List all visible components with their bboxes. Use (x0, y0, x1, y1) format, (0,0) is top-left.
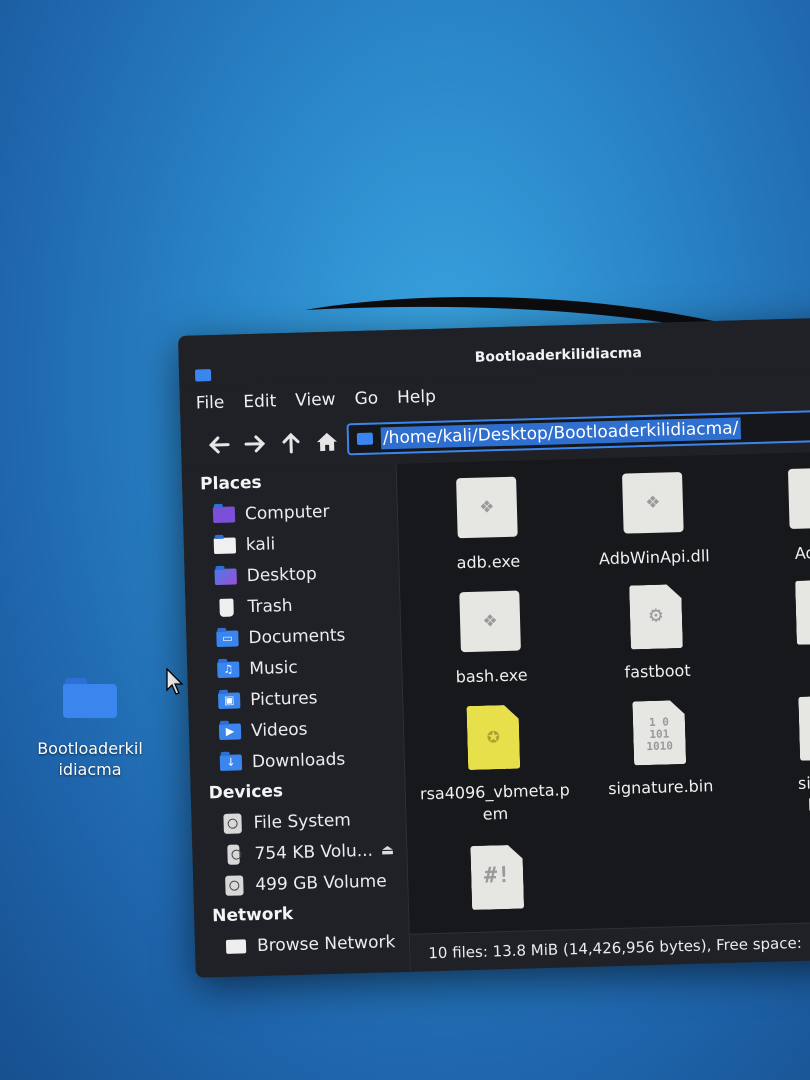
sidebar-item-label: Pictures (249, 687, 318, 710)
file-name: AdbWinApi.dll (598, 546, 710, 569)
menu-help[interactable]: Help (397, 387, 436, 408)
sidebar-item-label: Music (249, 657, 298, 679)
computer-icon (212, 504, 236, 525)
network-icon (225, 936, 248, 957)
file-item[interactable]: ❖ adb.exe (401, 473, 574, 576)
binary-file-icon: 1 0 101 1010 (628, 700, 690, 766)
file-item[interactable]: ✪ rsa4096_vbmeta.p em (407, 703, 580, 828)
file-item[interactable]: ko (736, 578, 810, 681)
sidebar-item-browse-network[interactable]: Browse Network (195, 926, 410, 963)
menu-go[interactable]: Go (354, 388, 378, 409)
file-item[interactable]: ❖ AdbWinApi.dll (567, 468, 740, 571)
documents-folder-icon: ▭ (216, 628, 239, 649)
eject-icon[interactable]: ⏏ (381, 842, 395, 858)
file-name: rsa4096_vbmeta.p em (419, 780, 570, 824)
file-name (414, 919, 584, 924)
home-icon (317, 432, 338, 452)
usb-drive-icon (222, 843, 245, 865)
menu-edit[interactable]: Edit (243, 391, 276, 412)
sidebar-item-label: File System (253, 809, 352, 833)
arrow-left-icon (208, 436, 230, 454)
file-grid: ❖ adb.exe ❖ AdbWinApi.dll ❖ AdbWi ❖ bash… (396, 450, 810, 934)
sidebar-item-label: 754 KB Volu... (254, 840, 374, 864)
location-bar[interactable]: /home/kali/Desktop/Bootloaderkilidiacma/ (346, 408, 810, 456)
mouse-cursor-icon (166, 668, 184, 695)
menu-file[interactable]: File (196, 393, 225, 414)
file-name: AdbWi (794, 542, 810, 563)
file-item[interactable]: signide kboo (739, 694, 810, 819)
desktop-folder-label: Bootloaderkil idiacma (37, 739, 143, 779)
file-name: ko (738, 654, 810, 681)
arrow-up-icon (282, 432, 300, 454)
sidebar-item-label: kali (245, 533, 276, 555)
back-button[interactable] (201, 426, 238, 463)
desktop-folder-bootloaderkilidiacma[interactable]: Bootloaderkil idiacma (28, 678, 152, 780)
script-icon: #! (466, 844, 528, 910)
home-button[interactable] (309, 423, 346, 460)
file-name: bash.exe (455, 665, 528, 687)
forward-button[interactable] (237, 425, 274, 462)
sidebar-item-label: Documents (248, 624, 346, 648)
executable-gear-icon: ⚙ (625, 584, 687, 650)
certificate-icon: ✪ (462, 705, 524, 771)
file-icon (794, 695, 810, 761)
exe-icon: ❖ (622, 470, 684, 536)
drive-icon (221, 812, 244, 834)
location-input[interactable]: /home/kali/Desktop/Bootloaderkilidiacma/ (380, 417, 741, 450)
drive-icon (223, 874, 246, 896)
desktop-icon (214, 566, 237, 587)
file-item[interactable]: #! (411, 843, 583, 924)
pictures-folder-icon: ▣ (217, 690, 241, 711)
sidebar-item-label: Computer (244, 501, 330, 524)
sidebar-item-label: 499 GB Volume (255, 870, 387, 895)
file-item[interactable]: ⚙ fastboot (570, 582, 743, 685)
music-folder-icon: ♫ (217, 659, 240, 680)
sidebar-item-label: Videos (250, 719, 308, 741)
file-item[interactable]: ❖ bash.exe (404, 587, 577, 690)
file-item[interactable]: 1 0 101 1010 signature.bin (573, 698, 746, 801)
location-folder-icon (356, 432, 374, 446)
home-folder-icon (213, 535, 237, 556)
menu-view[interactable]: View (295, 390, 336, 411)
folder-icon (63, 678, 117, 718)
file-name: fastboot (624, 660, 691, 682)
trash-icon (215, 597, 238, 618)
sidebar-item-label: Downloads (251, 748, 346, 772)
file-icon (791, 579, 810, 645)
exe-icon: ❖ (459, 589, 521, 655)
sidebar-item-label: Browse Network (256, 931, 396, 956)
file-name: signide kboo (797, 772, 810, 815)
file-name: adb.exe (456, 551, 521, 573)
videos-folder-icon: ▶ (218, 721, 242, 742)
exe-icon: ❖ (456, 475, 518, 541)
exe-icon: ❖ (787, 465, 810, 531)
downloads-folder-icon: ↓ (219, 752, 243, 773)
arrow-right-icon (244, 435, 266, 453)
file-manager-window: Bootloaderkilidiacma File Edit View Go H… (178, 316, 810, 978)
file-item[interactable]: ❖ AdbWi (733, 464, 810, 567)
file-name: signature.bin (607, 776, 714, 799)
window-folder-icon (194, 369, 212, 382)
sidebar-item-label: Trash (247, 595, 293, 617)
sidebar: Places Computer kali Desktop Trash ▭ Doc… (181, 463, 411, 978)
up-button[interactable] (273, 424, 310, 461)
window-title: Bootloaderkilidiacma (474, 345, 643, 366)
sidebar-item-label: Desktop (246, 563, 318, 586)
main-content: Places Computer kali Desktop Trash ▭ Doc… (181, 450, 810, 978)
